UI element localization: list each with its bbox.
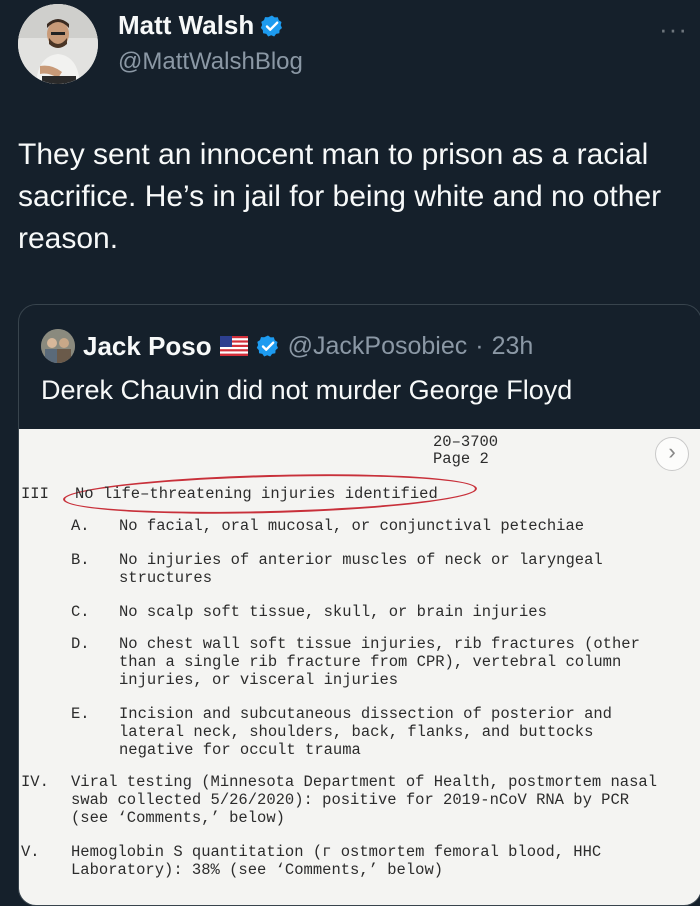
section-v-numeral: V. — [21, 843, 40, 861]
more-options-icon[interactable]: ··· — [659, 14, 688, 45]
item-c-letter: C. — [71, 603, 90, 621]
item-e-line-3: negative for occult trauma — [119, 741, 361, 759]
item-a-text: No facial, oral mucosal, or conjunctival… — [119, 517, 585, 535]
quoted-author-handle[interactable]: @JackPosobiec — [288, 332, 468, 361]
verified-badge-icon — [261, 15, 283, 36]
page-number: Page 2 — [433, 450, 489, 468]
item-c-text: No scalp soft tissue, skull, or brain in… — [119, 603, 547, 621]
item-d-line-2: than a single rib fracture from CPR), ve… — [119, 653, 622, 671]
tweet-header: Matt Walsh @MattWalshBlog ··· — [18, 4, 688, 94]
item-b-line-1: No injuries of anterior muscles of neck … — [119, 551, 603, 569]
section-iv-numeral: IV. — [21, 773, 49, 791]
author-name[interactable]: Matt Walsh — [118, 10, 254, 41]
section-iv-line-3: (see ‘Comments,’ below) — [71, 809, 285, 827]
section-iii-numeral: III — [21, 485, 49, 503]
quoted-author-name[interactable]: Jack Poso — [83, 331, 212, 362]
item-a-letter: A. — [71, 517, 90, 535]
us-flag-icon — [219, 336, 248, 356]
item-e-letter: E. — [71, 705, 90, 723]
section-iv-line-1: Viral testing (Minnesota Department of H… — [71, 773, 657, 791]
quoted-timestamp[interactable]: 23h — [492, 332, 534, 361]
case-number: 20–3700 — [433, 433, 499, 451]
autopsy-document-image[interactable]: 20–3700 Page 2 › III No life–threatening… — [19, 429, 700, 905]
item-d-line-3: injuries, or visceral injuries — [119, 671, 399, 689]
section-v-line-1: Hemoglobin S quantitation (г ostmortem f… — [71, 843, 602, 861]
item-b-letter: B. — [71, 551, 90, 569]
author-handle[interactable]: @MattWalshBlog — [118, 48, 303, 76]
item-e-line-1: Incision and subcutaneous dissection of … — [119, 705, 612, 723]
tweet-text: They sent an innocent man to prison as a… — [18, 138, 662, 255]
separator-dot: · — [475, 331, 484, 360]
quoted-tweet-text: Derek Chauvin did not murder George Floy… — [41, 375, 573, 405]
section-iii-title: No life–threatening injuries identified — [75, 485, 438, 503]
quoted-tweet[interactable]: Jack Poso @JackPosobiec · 23h Derek Chau… — [18, 304, 700, 906]
section-v-line-2: Laboratory): 38% (see ‘Comments,’ below) — [71, 861, 444, 879]
quoted-author-avatar[interactable] — [41, 329, 75, 363]
section-iv-line-2: swab collected 5/26/2020): positive for … — [71, 791, 630, 809]
item-d-letter: D. — [71, 635, 90, 653]
item-d-line-1: No chest wall soft tissue injuries, rib … — [119, 635, 640, 653]
author-avatar[interactable] — [18, 4, 98, 84]
next-image-chevron-icon[interactable]: › — [655, 437, 689, 471]
item-e-line-2: lateral neck, shoulders, back, flanks, a… — [119, 723, 594, 741]
quoted-tweet-header: Jack Poso @JackPosobiec · 23h — [41, 329, 533, 363]
quoted-verified-badge-icon — [256, 335, 278, 357]
item-b-line-2: structures — [119, 569, 213, 587]
